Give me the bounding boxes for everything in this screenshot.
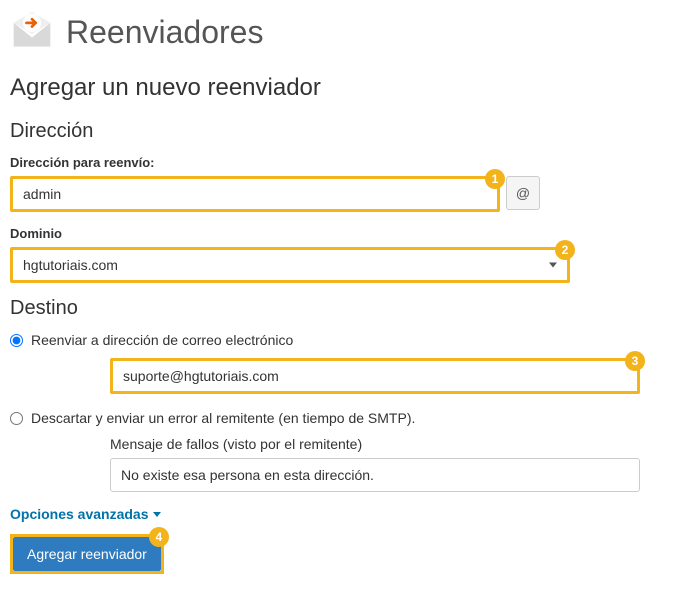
page-header: Reenviadores (10, 10, 669, 54)
page-title: Reenviadores (66, 14, 263, 51)
domain-label: Dominio (10, 226, 669, 241)
address-highlight: 1 (10, 176, 500, 212)
chevron-down-icon (153, 512, 161, 517)
at-symbol: @ (506, 176, 540, 210)
discard-radio-label: Descartar y enviar un error al remitente… (31, 410, 415, 426)
forward-input-block: 3 (110, 358, 669, 394)
advanced-options-toggle[interactable]: Opciones avanzadas (10, 506, 161, 522)
discard-radio[interactable] (10, 412, 23, 425)
badge-3: 3 (625, 351, 645, 371)
domain-select[interactable]: hgtutoriais.com (13, 250, 567, 280)
forward-radio-label: Reenviar a dirección de correo electróni… (31, 332, 293, 348)
section-destino: Destino (10, 297, 669, 320)
forward-radio-row: Reenviar a dirección de correo electróni… (10, 332, 669, 348)
failmsg-label: Mensaje de fallos (visto por el remitent… (110, 436, 669, 452)
discard-radio-row: Descartar y enviar un error al remitente… (10, 410, 669, 426)
forward-email-input[interactable] (113, 361, 637, 391)
subtitle: Agregar un nuevo reenviador (10, 74, 669, 102)
badge-1: 1 (485, 169, 505, 189)
failmsg-input[interactable] (110, 458, 640, 492)
domain-row: hgtutoriais.com 2 (10, 247, 669, 283)
badge-4: 4 (149, 527, 169, 547)
address-label: Dirección para reenvío: (10, 155, 669, 170)
advanced-options-label: Opciones avanzadas (10, 506, 149, 522)
address-input[interactable] (13, 179, 497, 209)
submit-highlight: Agregar reenviador 4 (10, 534, 164, 574)
forwarders-icon (10, 10, 54, 54)
forward-radio[interactable] (10, 334, 23, 347)
failmsg-block: Mensaje de fallos (visto por el remitent… (110, 436, 669, 492)
section-direccion: Dirección (10, 120, 669, 143)
badge-2: 2 (555, 240, 575, 260)
address-row: 1 @ (10, 176, 669, 212)
domain-highlight: hgtutoriais.com 2 (10, 247, 570, 283)
forward-highlight: 3 (110, 358, 640, 394)
add-forwarder-button[interactable]: Agregar reenviador (13, 537, 161, 571)
